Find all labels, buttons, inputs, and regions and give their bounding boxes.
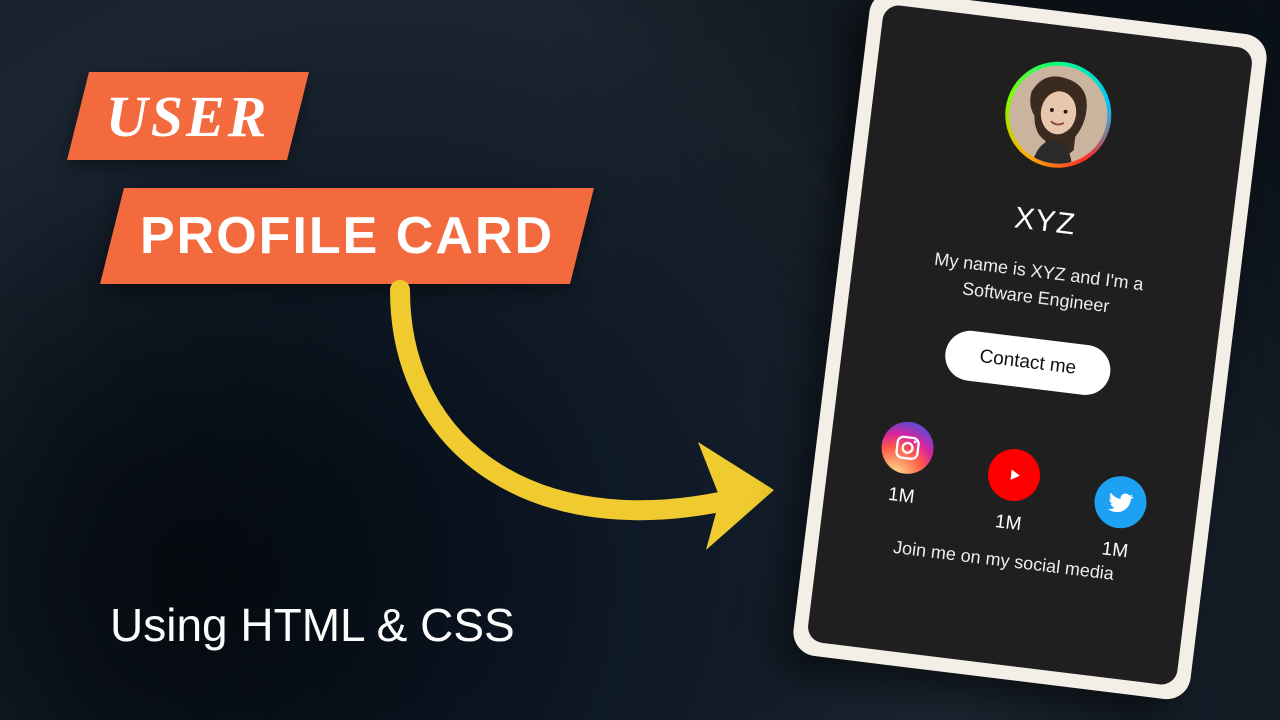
avatar-ring [999,56,1117,174]
contact-me-button[interactable]: Contact me [943,328,1113,398]
headline-ribbon-profile: PROFILE CARD [100,188,594,284]
profile-name: XYZ [1013,201,1078,242]
instagram-icon [878,419,936,477]
profile-bio: My name is XYZ and I'm a Software Engine… [895,242,1179,328]
headline-ribbon-profile-text: PROFILE CARD [140,206,554,266]
youtube-icon [985,446,1043,504]
social-instagram[interactable]: 1M [874,419,936,511]
social-instagram-count: 1M [887,484,916,509]
headline-ribbon-user-text: USER [106,83,270,150]
headline-ribbon-user: USER [67,72,308,160]
profile-card: XYZ My name is XYZ and I'm a Software En… [806,4,1253,687]
headline-subtext: Using HTML & CSS [110,598,515,652]
avatar [1004,60,1113,169]
social-row: 1M 1M 1M [846,416,1182,541]
social-youtube-count: 1M [994,511,1023,536]
profile-card-shell: XYZ My name is XYZ and I'm a Software En… [791,0,1270,702]
social-twitter[interactable]: 1M [1088,473,1150,565]
social-twitter-count: 1M [1100,539,1129,564]
twitter-icon [1092,473,1150,531]
join-social-text: Join me on my social media [892,537,1115,585]
social-youtube[interactable]: 1M [981,446,1043,538]
arrow-icon [360,250,840,600]
